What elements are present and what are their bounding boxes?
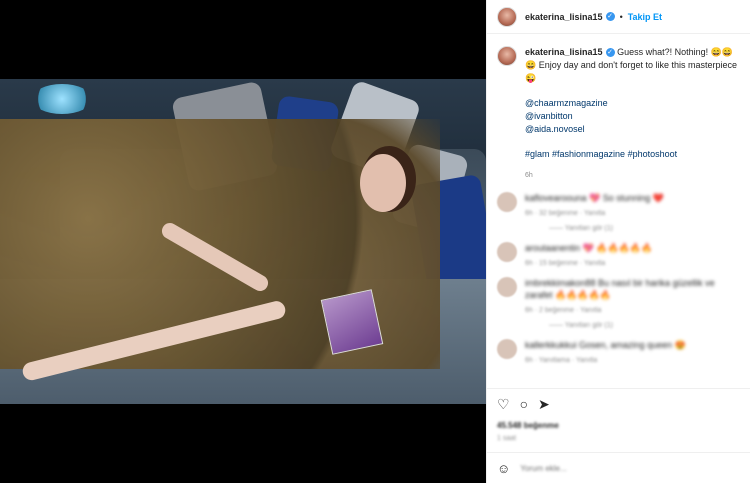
mention-list: @chaarmzmagazine @ivanbitton @aida.novos… <box>525 97 740 136</box>
lamp-light <box>32 84 92 114</box>
comment-icon[interactable]: ○ <box>520 396 528 413</box>
comment-text: imbrekkimakon88 Bu nasıl bir harika güze… <box>525 278 715 300</box>
follow-button[interactable]: Takip Et <box>628 12 662 22</box>
comment-meta[interactable]: 6h · 2 beğenme · Yanıtla <box>525 307 740 314</box>
post-photo[interactable] <box>0 79 486 404</box>
mention-link[interactable]: @ivanbitton <box>525 110 740 123</box>
action-bar: ♡ ○ ➤ 45.548 beğenme 1 saat <box>487 388 750 442</box>
caption-body: ekaterina_lisina15 ✓ Guess what?! Nothing… <box>525 46 740 182</box>
mention-link[interactable]: @aida.novosel <box>525 123 740 136</box>
verified-icon: ✓ <box>605 48 615 58</box>
verified-icon: ✓ <box>605 12 615 21</box>
comment-meta[interactable]: 6h · 32 beğenme · Yanıtla <box>525 210 740 217</box>
comment-item: kallerkkukkui Gosen, amazing queen 😍 6h … <box>497 339 740 364</box>
comment-text: aroutaanentin 💖 🔥🔥🔥🔥🔥 <box>525 243 653 253</box>
model-head <box>360 154 406 212</box>
add-comment-bar: ☺ <box>487 452 750 483</box>
timestamp: 6h <box>525 172 533 179</box>
avatar[interactable] <box>497 6 517 27</box>
magazine <box>320 289 384 355</box>
comment-meta[interactable]: 6h · 15 beğenme · Yanıtla <box>525 260 740 267</box>
comment-list: kaflovearoouna 💖 So stunning ❤️ 6h · 32 … <box>487 182 750 364</box>
hashtags[interactable]: #glam #fashionmagazine #photoshoot <box>525 148 740 161</box>
smile-icon[interactable]: ☺ <box>497 461 510 476</box>
comment-item: aroutaanentin 💖 🔥🔥🔥🔥🔥 6h · 15 beğenme · … <box>497 242 740 267</box>
legs <box>15 220 295 383</box>
comment-input[interactable] <box>520 463 631 473</box>
caption: ekaterina_lisina15 ✓ Guess what?! Nothing… <box>487 34 750 182</box>
commenter-avatar[interactable] <box>497 192 517 212</box>
media-pane <box>0 0 486 483</box>
comment-item: kaflovearoouna 💖 So stunning ❤️ 6h · 32 … <box>497 192 740 232</box>
side-panel: ekaterina_lisina15 ✓ • Takip Et ekaterin… <box>486 0 750 483</box>
commenter-avatar[interactable] <box>497 242 517 262</box>
comment-item: imbrekkimakon88 Bu nasıl bir harika güze… <box>497 277 740 329</box>
post-header: ekaterina_lisina15 ✓ • Takip Et <box>487 0 750 34</box>
view-replies[interactable]: —— Yanıtları gör (1) <box>549 322 740 329</box>
share-icon[interactable]: ➤ <box>538 396 550 413</box>
action-icons: ♡ ○ ➤ <box>497 396 741 413</box>
comment-meta[interactable]: 6h · Yanıtlama · Yanıtla <box>525 357 740 364</box>
username[interactable]: ekaterina_lisina15 <box>525 12 603 22</box>
avatar[interactable] <box>497 46 517 66</box>
heart-icon[interactable]: ♡ <box>497 396 510 413</box>
mention-link[interactable]: @chaarmzmagazine <box>525 97 740 110</box>
view-replies[interactable]: —— Yanıtları gör (1) <box>549 225 740 232</box>
commenter-avatar[interactable] <box>497 277 517 297</box>
separator-dot: • <box>619 11 623 22</box>
caption-username[interactable]: ekaterina_lisina15 <box>525 47 603 57</box>
posted-time: 1 saat <box>497 435 517 442</box>
like-count[interactable]: 45.548 beğenme <box>497 421 741 430</box>
comment-text: kaflovearoouna 💖 So stunning ❤️ <box>525 193 664 203</box>
comment-text: kallerkkukkui Gosen, amazing queen 😍 <box>525 340 686 350</box>
commenter-avatar[interactable] <box>497 339 517 359</box>
